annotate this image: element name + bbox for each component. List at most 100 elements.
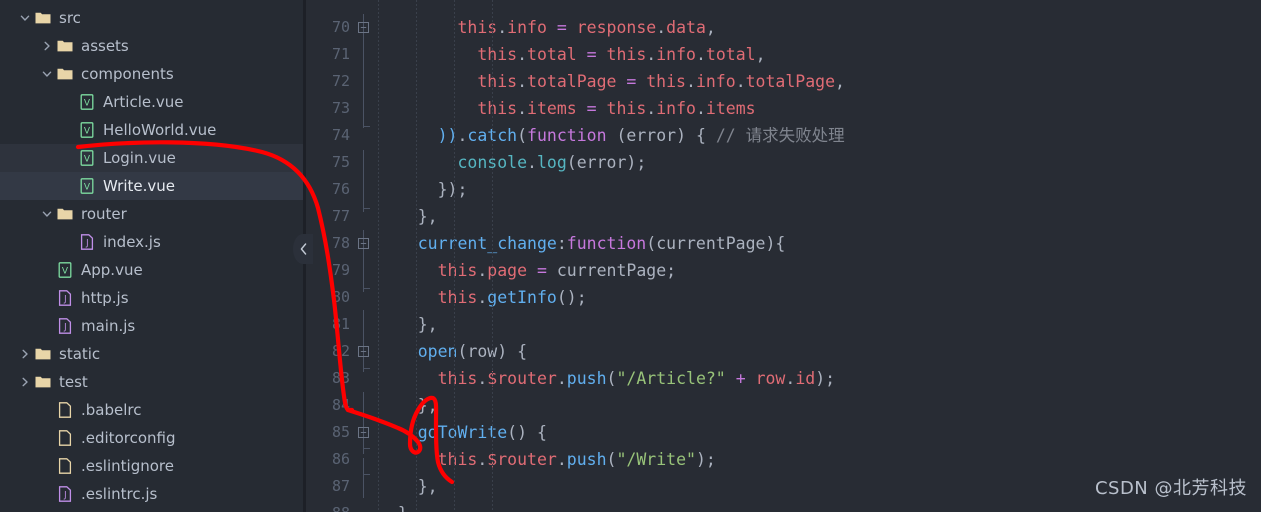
watermark: CSDN @北芳科技 xyxy=(1094,478,1247,499)
code-text: }, xyxy=(378,207,438,226)
code-line[interactable]: 74 )).catch(function (error) { // 请求失败处理 xyxy=(306,122,1261,149)
line-number: 75 xyxy=(331,153,350,171)
js-file-icon: J xyxy=(56,485,74,503)
code-lines[interactable]: 70 this.info = response.data, 71 this.tot… xyxy=(306,0,1261,512)
collapse-sidebar-button[interactable] xyxy=(293,234,313,264)
tree-item-label: Login.vue xyxy=(103,149,176,167)
chevron-right-icon xyxy=(44,41,50,51)
tree-item-label: .eslintignore xyxy=(81,457,174,475)
tree-item-label: test xyxy=(59,373,88,391)
no-arrow-spacer xyxy=(40,403,54,417)
tree-item-label: App.vue xyxy=(81,261,143,279)
tree-item-write-vue[interactable]: V Write.vue xyxy=(0,172,303,200)
tree-item-label: .babelrc xyxy=(81,401,142,419)
line-number: 88 xyxy=(306,500,350,512)
vue-file-icon: V xyxy=(78,121,96,139)
code-text: console.log(error); xyxy=(457,153,647,172)
tree-item-static[interactable]: static xyxy=(0,340,303,368)
tree-item-babelrc[interactable]: .babelrc xyxy=(0,396,303,424)
svg-text:V: V xyxy=(84,98,91,108)
tree-item-helloworld-vue[interactable]: V HelloWorld.vue xyxy=(0,116,303,144)
code-line[interactable]: 72 this.totalPage = this.info.totalPage, xyxy=(306,68,1261,95)
code-line[interactable] xyxy=(306,0,1261,14)
code-line[interactable]: 81 }, xyxy=(306,311,1261,338)
code-line[interactable]: 73 this.items = this.info.items xyxy=(306,95,1261,122)
code-line[interactable]: 77 }, xyxy=(306,203,1261,230)
js-file-icon: J xyxy=(56,289,74,307)
code-text: this.items = this.info.items xyxy=(477,99,756,118)
no-arrow-spacer xyxy=(40,319,54,333)
code-text: this.total = this.info.total, xyxy=(477,45,766,64)
tree-item-label: assets xyxy=(81,37,129,55)
file-icon xyxy=(56,457,74,475)
code-line[interactable]: 75 console.log(error); xyxy=(306,149,1261,176)
chevron-down-icon[interactable] xyxy=(40,207,54,221)
code-line[interactable]: 80 this.getInfo(); xyxy=(306,284,1261,311)
tree-item-label: http.js xyxy=(81,289,129,307)
tree-item-components[interactable]: components xyxy=(0,60,303,88)
vue-file-icon: V xyxy=(80,178,94,194)
code-line[interactable]: 83 this.$router.push("/Article?" + row.i… xyxy=(306,365,1261,392)
code-line[interactable]: 86 this.$router.push("/Write"); xyxy=(306,446,1261,473)
folder-icon xyxy=(34,373,52,391)
fold-toggle-icon[interactable] xyxy=(358,338,370,365)
tree-item-index-js[interactable]: Jindex.js xyxy=(0,228,303,256)
vue-file-icon: V xyxy=(58,262,72,278)
code-text: this.getInfo(); xyxy=(437,288,587,307)
code-line[interactable]: 84 }, xyxy=(306,392,1261,419)
code-line[interactable]: 76 }); xyxy=(306,176,1261,203)
code-line[interactable]: 78 current_change:function(currentPage){ xyxy=(306,230,1261,257)
chevron-right-icon[interactable] xyxy=(18,375,32,389)
folder-icon xyxy=(56,205,74,223)
chevron-right-icon[interactable] xyxy=(40,39,54,53)
file-icon xyxy=(56,401,74,419)
file-icon xyxy=(58,402,72,418)
svg-text:V: V xyxy=(84,154,91,164)
code-text: }, xyxy=(378,396,438,415)
line-number: 71 xyxy=(331,45,350,63)
tree-item-http-js[interactable]: Jhttp.js xyxy=(0,284,303,312)
js-file-icon: J xyxy=(56,317,74,335)
tree-item-label: main.js xyxy=(81,317,136,335)
tree-item-assets[interactable]: assets xyxy=(0,32,303,60)
svg-text:J: J xyxy=(85,238,88,248)
code-line[interactable]: 82 open(row) { xyxy=(306,338,1261,365)
line-number: 83 xyxy=(331,369,350,387)
fold-toggle-icon[interactable] xyxy=(358,230,370,257)
tree-item-editorconfig[interactable]: .editorconfig xyxy=(0,424,303,452)
tree-item-eslintignore[interactable]: .eslintignore xyxy=(0,452,303,480)
line-number: 72 xyxy=(331,72,350,90)
tree-item-router[interactable]: router xyxy=(0,200,303,228)
svg-text:V: V xyxy=(84,126,91,136)
chevron-right-icon[interactable] xyxy=(18,347,32,361)
tree-item-login-vue[interactable]: V Login.vue xyxy=(0,144,303,172)
chevron-down-icon[interactable] xyxy=(40,67,54,81)
fold-toggle-icon[interactable] xyxy=(358,419,370,446)
line-number: 87 xyxy=(331,477,350,495)
line-number: 76 xyxy=(331,180,350,198)
code-editor[interactable]: 70 this.info = response.data, 71 this.tot… xyxy=(306,0,1261,512)
code-line[interactable]: 85 goToWrite() { xyxy=(306,419,1261,446)
vue-file-icon: V xyxy=(80,122,94,138)
fold-toggle-icon[interactable] xyxy=(358,14,370,41)
code-line[interactable]: 88 }, xyxy=(306,500,1261,512)
tree-item-eslintrc-js[interactable]: J .eslintrc.js xyxy=(0,480,303,508)
code-line[interactable]: 70 this.info = response.data, xyxy=(306,14,1261,41)
code-text: current_change:function(currentPage){ xyxy=(417,234,786,253)
chevron-left-icon xyxy=(300,243,306,255)
folder-icon xyxy=(57,208,73,220)
tree-item-src[interactable]: src xyxy=(0,4,303,32)
tree-item-main-js[interactable]: Jmain.js xyxy=(0,312,303,340)
vue-file-icon: V xyxy=(78,93,96,111)
no-arrow-spacer xyxy=(40,487,54,501)
tree-item-label: Article.vue xyxy=(103,93,184,111)
code-line[interactable]: 79 this.page = currentPage; xyxy=(306,257,1261,284)
code-line[interactable]: 71 this.total = this.info.total, xyxy=(306,41,1261,68)
chevron-down-icon[interactable] xyxy=(18,11,32,25)
js-file-icon: J xyxy=(58,290,72,306)
tree-item-test[interactable]: test xyxy=(0,368,303,396)
no-arrow-spacer xyxy=(40,291,54,305)
tree-item-app-vue[interactable]: V App.vue xyxy=(0,256,303,284)
tree-item-article-vue[interactable]: V Article.vue xyxy=(0,88,303,116)
line-number: 70 xyxy=(331,18,350,36)
